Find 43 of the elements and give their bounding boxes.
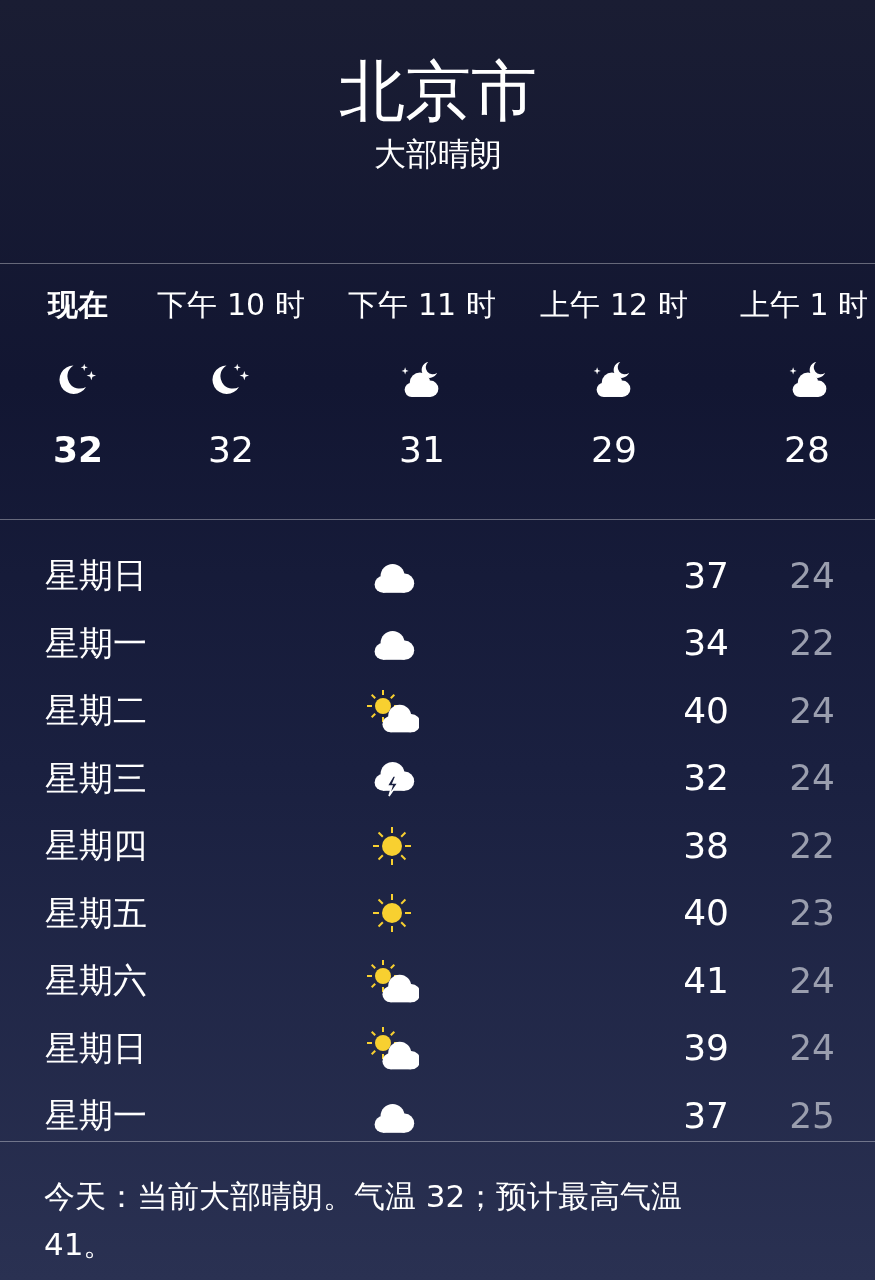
high-temperature: 40 [682,688,729,733]
sun-cloud-icon [365,1026,419,1071]
hour-label: 下午 10 时 [157,286,305,324]
high-temperature: 39 [682,1026,729,1071]
day-name: 星期六 [44,959,148,1003]
high-temperature: 37 [682,1093,729,1138]
forecast-summary: 今天：当前大部晴朗。气温 32；预计最高气温 41。 [43,1177,684,1264]
low-temperature: 22 [788,621,835,666]
low-temperature: 24 [788,958,835,1003]
low-temperature: 24 [788,553,835,598]
day-name: 星期五 [44,891,148,935]
high-temperature: 32 [682,756,729,801]
high-temperature: 34 [682,621,729,666]
hour-label: 下午 11 时 [348,286,496,324]
high-temperature: 38 [682,823,729,868]
city-name: 北京市 [337,52,538,132]
day-name: 星期一 [44,1094,148,1138]
high-temperature: 37 [682,553,729,598]
low-temperature: 24 [788,756,835,801]
hour-temperature: 29 [591,428,637,472]
day-name: 星期四 [44,824,148,868]
day-name: 星期二 [44,689,148,733]
high-temperature: 41 [682,958,729,1003]
low-temperature: 23 [788,891,835,936]
sun-cloud-icon [365,688,419,733]
day-name: 星期一 [44,621,148,665]
day-name: 星期三 [44,756,148,800]
day-name: 星期日 [44,554,148,598]
hour-temperature: 28 [784,428,830,472]
high-temperature: 40 [682,891,729,936]
hour-label: 上午 12 时 [540,286,688,324]
sun-cloud-icon [365,958,419,1003]
hour-label: 现在 [48,286,108,324]
low-temperature: 25 [788,1093,835,1138]
weather-condition: 大部晴朗 [372,134,503,175]
hour-temperature: 32 [208,428,254,472]
hour-label: 上午 1 时 [740,286,869,324]
day-name: 星期日 [44,1026,148,1070]
low-temperature: 24 [788,1026,835,1071]
hour-temperature: 32 [52,428,104,472]
hour-temperature: 31 [399,428,445,472]
low-temperature: 22 [788,823,835,868]
low-temperature: 24 [788,688,835,733]
